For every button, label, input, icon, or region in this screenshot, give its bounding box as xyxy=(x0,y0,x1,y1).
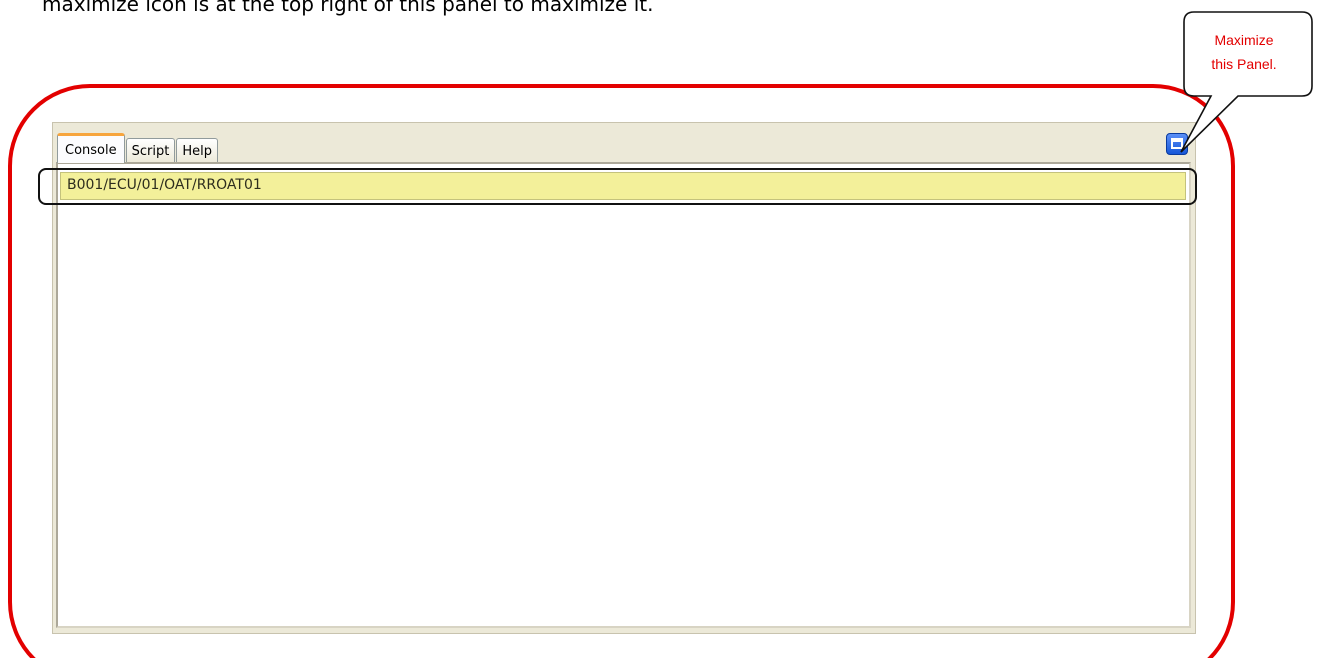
maximize-icon xyxy=(1171,138,1183,149)
path-row-annotation-outline xyxy=(38,168,1197,205)
tab-strip: Console Script Help xyxy=(57,129,219,163)
tab-script[interactable]: Script xyxy=(125,138,176,163)
callout-line-1: Maximize xyxy=(1214,32,1274,48)
tab-help[interactable]: Help xyxy=(176,138,218,163)
instruction-text: maximize icon is at the top right of thi… xyxy=(42,0,654,16)
tab-console[interactable]: Console xyxy=(57,133,125,163)
callout-line-2: this Panel. xyxy=(1211,56,1277,72)
maximize-button[interactable] xyxy=(1166,133,1188,155)
console-output[interactable]: B001/ECU/01/OAT/RROAT01 xyxy=(56,162,1191,628)
callout-text: Maximize this Panel. xyxy=(1184,28,1304,76)
